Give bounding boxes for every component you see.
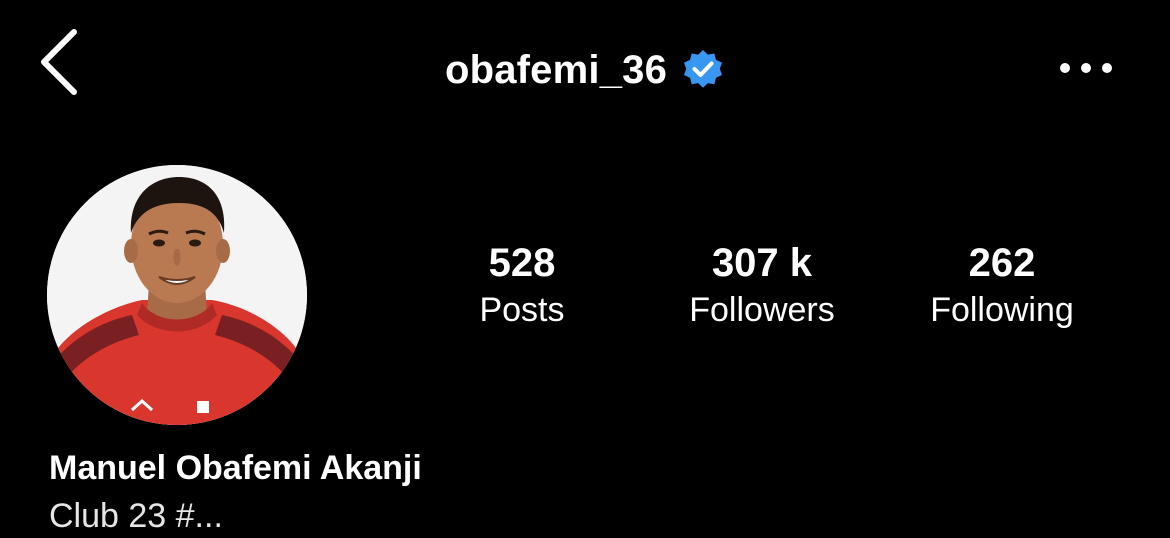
profile-stats: 528 Posts 307 k Followers 262 Following bbox=[0, 240, 1170, 340]
username-title: obafemi_36 bbox=[444, 47, 668, 92]
more-options-button[interactable] bbox=[1052, 50, 1122, 86]
followers-count: 307 k bbox=[711, 241, 813, 285]
posts-count: 528 bbox=[488, 241, 556, 285]
verified-badge-icon bbox=[681, 48, 725, 92]
username-title-row: obafemi_36 bbox=[0, 40, 1170, 100]
followers-label: Followers bbox=[689, 291, 835, 329]
profile-bio: Club 23 #... bbox=[49, 497, 223, 535]
ellipsis-horizontal-icon bbox=[1060, 63, 1112, 73]
following-count: 262 bbox=[968, 241, 1036, 285]
posts-label: Posts bbox=[479, 291, 565, 329]
profile-full-name: Manuel Obafemi Akanji bbox=[49, 449, 422, 487]
following-stat[interactable]: 262 Following bbox=[892, 240, 1112, 332]
followers-stat[interactable]: 307 k Followers bbox=[652, 240, 872, 332]
following-label: Following bbox=[930, 291, 1074, 329]
profile-header: obafemi_36 bbox=[0, 0, 1170, 140]
posts-stat[interactable]: 528 Posts bbox=[412, 240, 632, 332]
